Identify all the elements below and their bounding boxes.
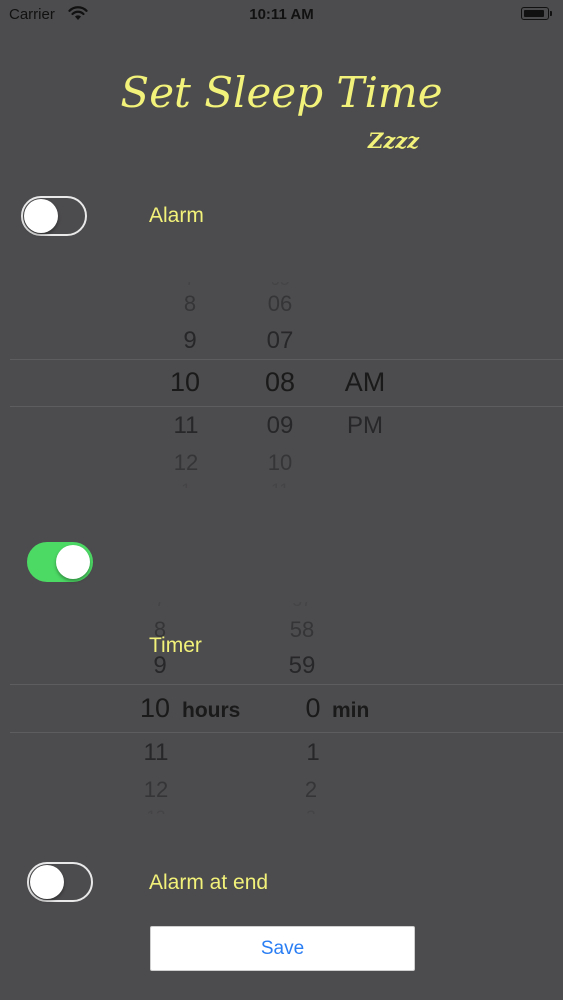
alarm-label: Alarm [149,204,204,227]
timer-minute-option[interactable]: 1 [283,739,343,767]
timer-picker-selection-bottom [10,732,563,733]
timer-minute-option[interactable]: 58 [272,617,332,643]
timer-picker-selection-top [10,684,563,685]
alarm-minute-option[interactable]: 09 [250,412,310,440]
alarm-minute-option[interactable]: 05 [250,282,310,290]
alarm-period-selected[interactable]: AM [335,367,395,398]
timer-label: Timer [149,634,202,657]
alarm-hour-selected[interactable]: 10 [155,367,215,398]
alarm-hour-option[interactable]: 9 [160,327,220,355]
timer-minute-option[interactable]: 59 [272,652,332,680]
timer-minute-option[interactable]: 3 [281,807,341,814]
timer-hour-option[interactable]: 12 [126,777,186,803]
alarm-hour-option[interactable]: 12 [156,450,216,476]
save-button[interactable]: Save [150,926,415,971]
page-title: Set Sleep Time [120,68,443,117]
alarm-hour-option[interactable]: 7 [160,282,220,290]
battery-icon [521,7,552,20]
alarm-picker-selection-bottom [10,406,563,407]
alarm-hour-option[interactable]: 1 [156,480,216,488]
timer-minutes-unit: min [332,699,370,722]
alarm-toggle[interactable] [21,196,87,236]
status-time: 10:11 AM [249,6,314,23]
alarm-picker-selection-top [10,359,563,360]
timer-hour-option[interactable]: 11 [126,739,186,767]
alarm-minute-option[interactable]: 11 [250,480,310,488]
status-bar: Carrier 10:11 AM [0,0,563,30]
timer-hours-unit: hours [182,699,241,722]
alarm-minute-selected[interactable]: 08 [250,367,310,398]
alarm-at-end-label: Alarm at end [149,871,269,894]
alarm-minute-option[interactable]: 10 [250,450,310,476]
page-subtitle: Zzzz [368,128,420,153]
alarm-period-option[interactable]: PM [335,412,395,440]
timer-duration-picker[interactable]: 7 8 9 10 11 12 13 57 58 59 0 1 2 3 hours… [0,585,563,825]
timer-hour-selected[interactable]: 10 [125,693,185,724]
alarm-at-end-toggle[interactable] [27,862,93,902]
alarm-hour-option[interactable]: 8 [160,291,220,317]
timer-hour-option[interactable]: 13 [126,807,186,814]
alarm-hour-option[interactable]: 11 [156,412,216,440]
timer-hour-option[interactable]: 7 [130,602,190,611]
timer-minute-option[interactable]: 57 [272,602,332,611]
alarm-minute-option[interactable]: 06 [250,291,310,317]
alarm-time-picker[interactable]: 7 8 9 10 11 12 1 05 06 07 08 09 10 11 AM… [0,260,563,500]
timer-minute-option[interactable]: 2 [281,777,341,803]
timer-toggle[interactable] [27,542,93,582]
alarm-minute-option[interactable]: 07 [250,327,310,355]
